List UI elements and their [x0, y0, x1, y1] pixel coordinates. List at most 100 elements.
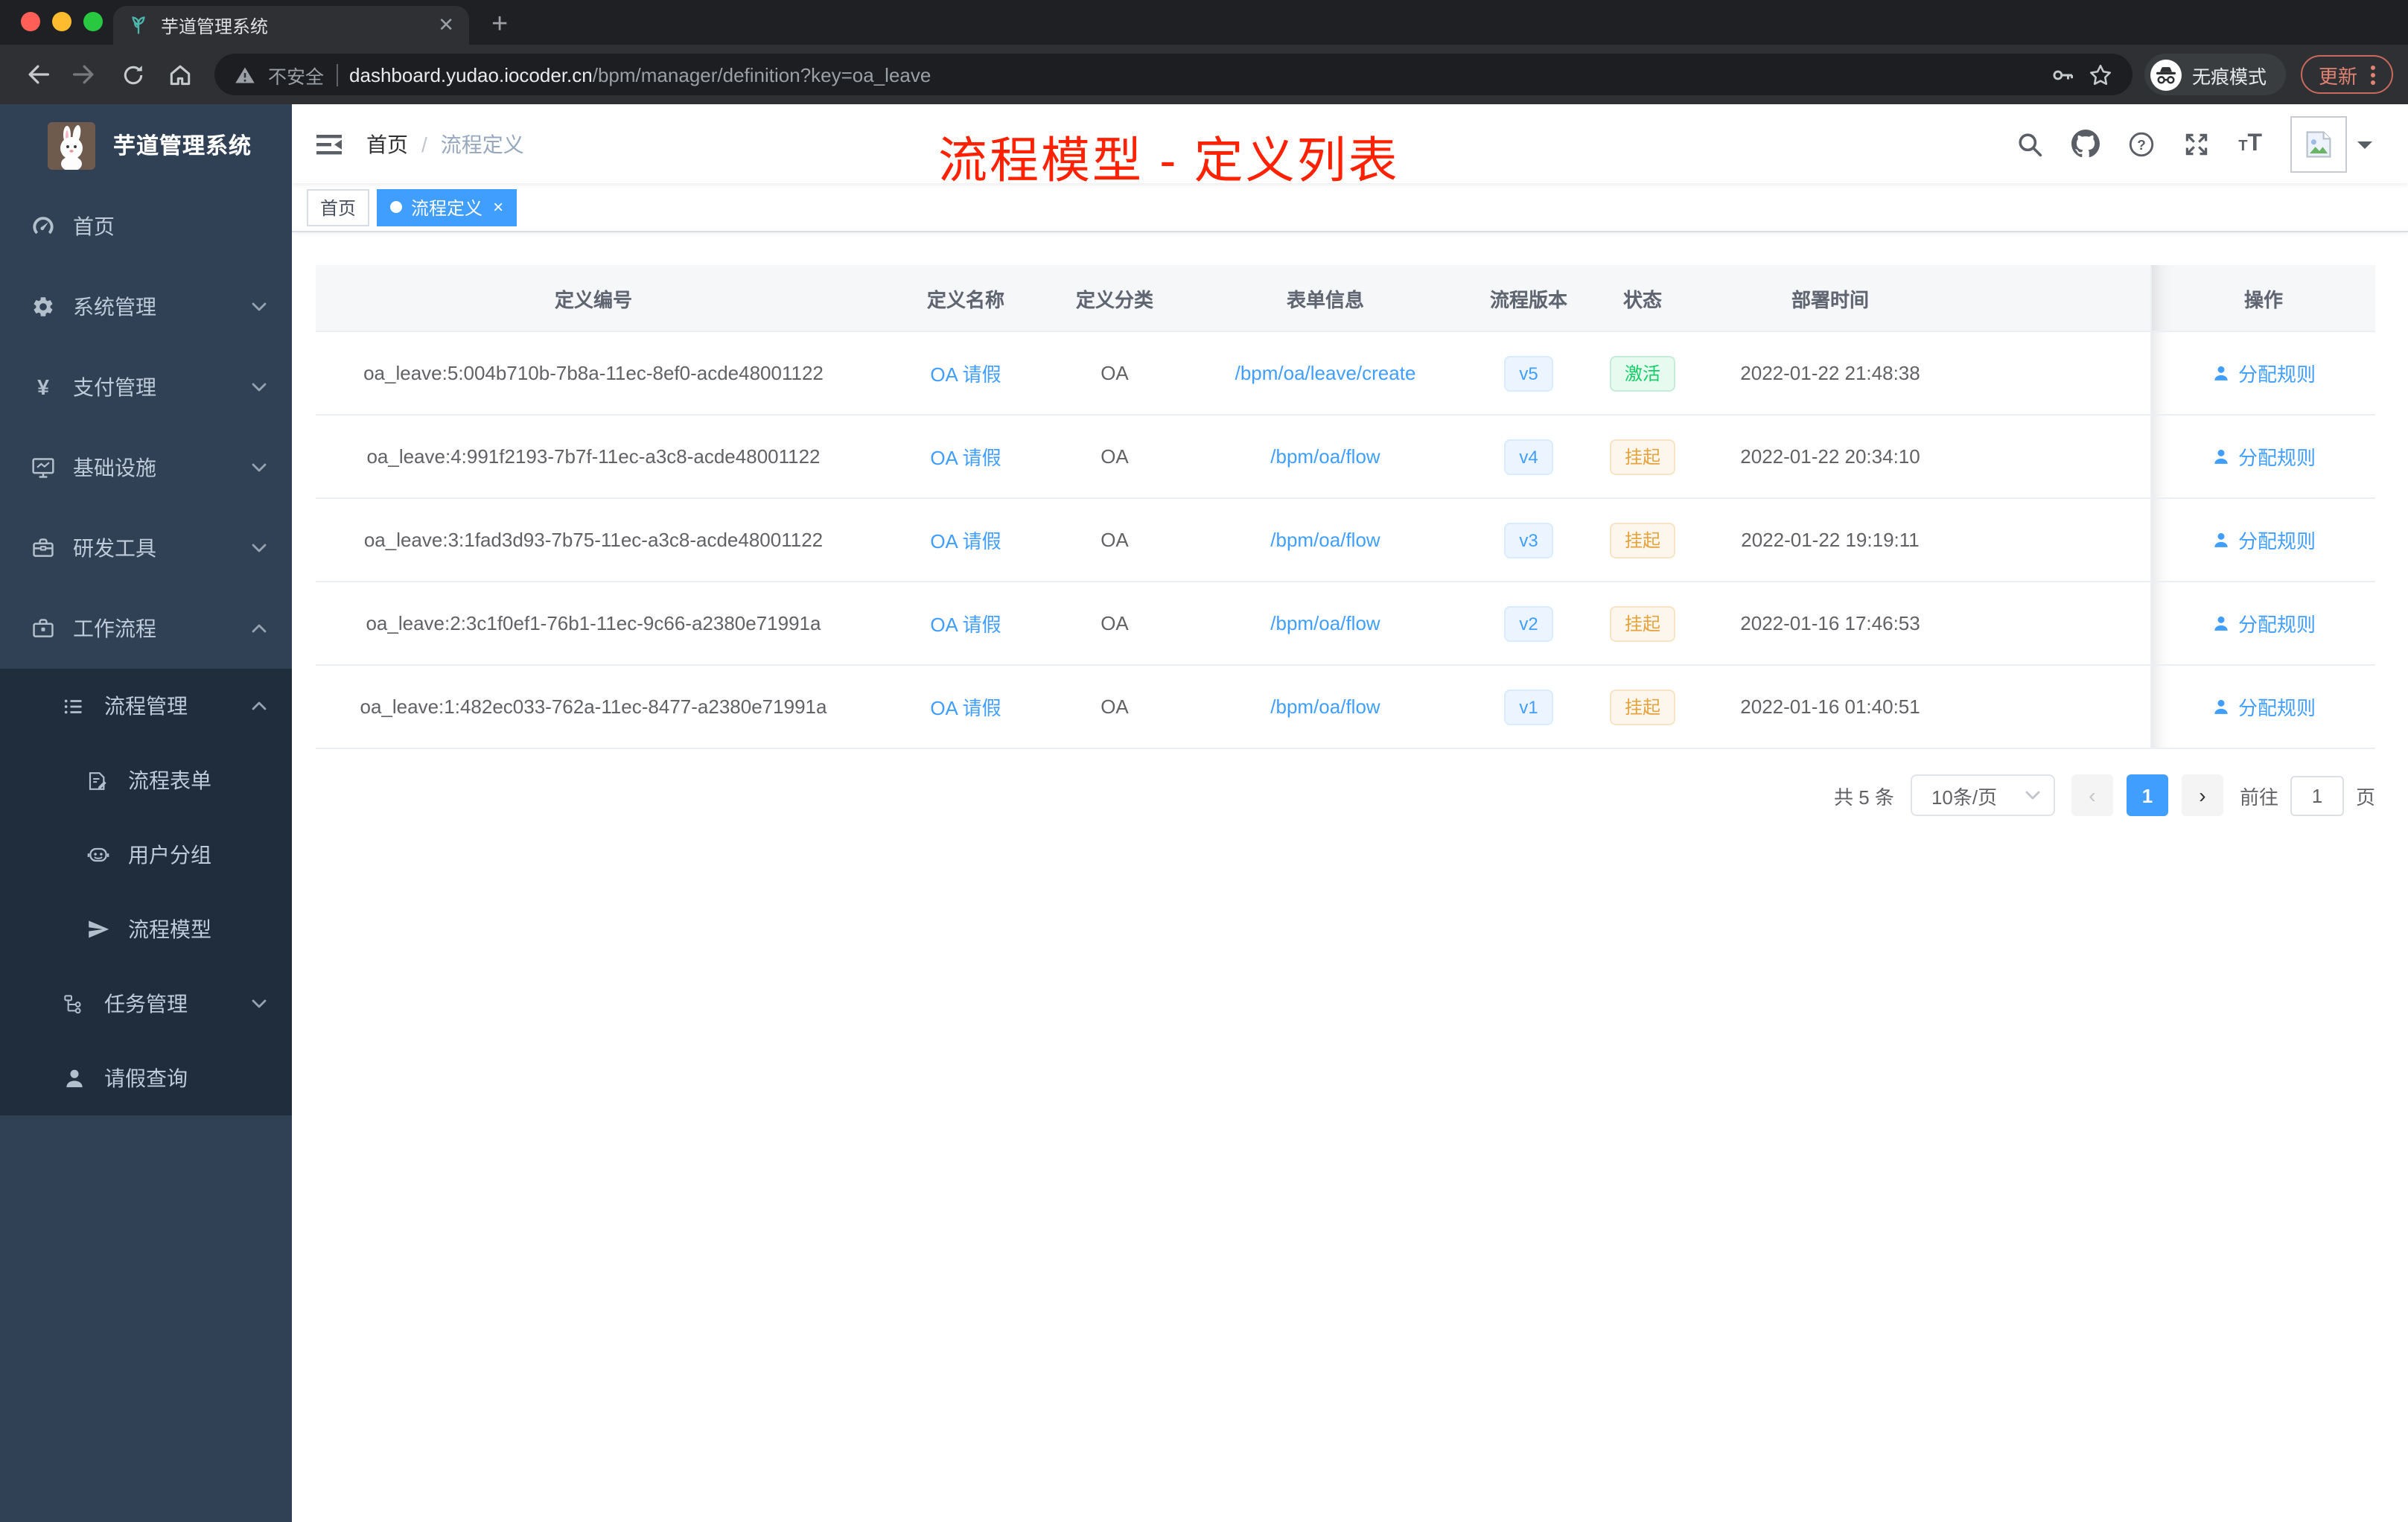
sidebar-item-process-management[interactable]: 流程管理: [0, 669, 292, 743]
sidebar-item-label: 任务管理: [104, 992, 188, 1016]
column-header: 定义名称: [926, 288, 1004, 311]
version-badge: v5: [1504, 355, 1553, 391]
pagination: 共 5 条 10条/页 ‹ 1 › 前往 页: [316, 774, 2375, 816]
prev-page-button[interactable]: ‹: [2071, 774, 2113, 816]
browser-tab-strip: 芋道管理系统 ✕ +: [0, 0, 2408, 45]
back-icon[interactable]: [15, 61, 60, 88]
reload-icon[interactable]: [110, 62, 155, 87]
definition-name-link[interactable]: OA 请假: [930, 442, 1001, 471]
assign-rule-link[interactable]: 分配规则: [2211, 442, 2316, 471]
sidebar-item-workflow[interactable]: 工作流程: [0, 588, 292, 669]
cell-definition-id: oa_leave:2:3c1f0ef1-76b1-11ec-9c66-a2380…: [366, 612, 821, 634]
sidebar-item-task-management[interactable]: 任务管理: [0, 967, 292, 1041]
search-icon[interactable]: [2016, 130, 2043, 157]
font-size-icon[interactable]: TT: [2238, 131, 2262, 156]
assign-rule-link[interactable]: 分配规则: [2211, 692, 2316, 721]
sidebar-item-system-management[interactable]: 系统管理: [0, 267, 292, 347]
assign-rule-link[interactable]: 分配规则: [2211, 359, 2316, 387]
form-link[interactable]: /bpm/oa/leave/create: [1235, 362, 1416, 384]
sidebar-item-process-model[interactable]: 流程模型: [0, 892, 292, 967]
home-icon[interactable]: [158, 61, 203, 88]
breadcrumb-home[interactable]: 首页: [366, 129, 408, 159]
zoom-window-button[interactable]: [83, 12, 103, 31]
cell-deploy-time: 2022-01-16 17:46:53: [1740, 612, 1920, 634]
key-icon[interactable]: [2051, 62, 2076, 87]
chevron-down-icon: [250, 378, 268, 396]
form-link[interactable]: /bpm/oa/flow: [1270, 445, 1380, 468]
navbar-actions: ? TT: [2016, 115, 2408, 172]
page-1-button[interactable]: 1: [2126, 774, 2168, 816]
sidebar-item-payment-management[interactable]: ¥ 支付管理: [0, 347, 292, 427]
breadcrumb-current: 流程定义: [440, 132, 524, 156]
version-badge: v2: [1504, 605, 1553, 641]
page-size-value: 10条/页: [1931, 786, 1998, 808]
cell-actions: 分配规则: [2150, 666, 2375, 748]
sidebar-item-user-group[interactable]: 用户分组: [0, 818, 292, 892]
cell-definition-name: OA 请假: [871, 415, 1060, 497]
table-gap: [1951, 666, 2150, 748]
assign-rule-link[interactable]: 分配规则: [2211, 526, 2316, 554]
address-bar[interactable]: 不安全 dashboard.yudao.iocoder.cn/bpm/manag…: [214, 54, 2133, 95]
browser-update-button[interactable]: 更新: [2300, 55, 2393, 94]
cell-status: 挂起: [1576, 499, 1710, 581]
avatar[interactable]: [2290, 115, 2347, 172]
tag-process-definition[interactable]: 流程定义 ×: [377, 188, 517, 226]
help-icon[interactable]: ?: [2128, 130, 2155, 157]
assign-rule-label: 分配规则: [2237, 363, 2316, 386]
definition-name-link[interactable]: OA 请假: [930, 692, 1001, 721]
minimize-window-button[interactable]: [52, 12, 71, 31]
new-tab-button[interactable]: +: [491, 10, 508, 39]
user-menu[interactable]: [2290, 115, 2372, 172]
page-suffix: 页: [2355, 786, 2375, 808]
definition-name-link[interactable]: OA 请假: [930, 526, 1001, 554]
forward-icon[interactable]: [63, 61, 107, 88]
user-icon: [2211, 697, 2231, 716]
sidebar-item-label: 支付管理: [73, 375, 156, 399]
url-divider: [336, 63, 338, 86]
status-badge: 挂起: [1609, 439, 1675, 474]
sidebar-item-infrastructure[interactable]: 基础设施: [0, 427, 292, 508]
form-link[interactable]: /bpm/oa/flow: [1270, 612, 1380, 634]
goto-label: 前往: [2239, 786, 2278, 808]
app-logo[interactable]: 芋道管理系统: [0, 104, 292, 186]
definition-name-link[interactable]: OA 请假: [930, 609, 1001, 637]
github-icon[interactable]: [2071, 130, 2100, 158]
sidebar-item-leave-query[interactable]: 请假查询: [0, 1041, 292, 1115]
breadcrumb-separator: /: [421, 132, 427, 156]
definition-name-link[interactable]: OA 请假: [930, 359, 1001, 387]
browser-tab[interactable]: 芋道管理系统 ✕: [113, 6, 469, 45]
tag-home[interactable]: 首页: [307, 188, 370, 226]
assign-rule-label: 分配规则: [2237, 614, 2316, 636]
gear-icon: [30, 295, 55, 319]
tab-close-icon[interactable]: ✕: [438, 13, 454, 37]
status-badge: 激活: [1609, 355, 1675, 391]
tag-close-icon[interactable]: ×: [493, 197, 503, 217]
cell-form-info: /bpm/oa/leave/create: [1169, 332, 1482, 414]
sidebar-item-home[interactable]: 首页: [0, 186, 292, 267]
close-window-button[interactable]: [21, 12, 40, 31]
page-content: 定义编号 定义名称 定义分类 表单信息 流程版本 状态 部署时间 操作 oa_leave:5:…: [292, 232, 2408, 1522]
user-icon: [61, 1066, 86, 1090]
sidebar-item-process-form[interactable]: 流程表单: [0, 743, 292, 818]
assign-rule-link[interactable]: 分配规则: [2211, 609, 2316, 637]
next-page-button[interactable]: ›: [2181, 774, 2223, 816]
page-size-select[interactable]: 10条/页: [1910, 774, 2055, 816]
chevron-up-icon: [250, 620, 268, 637]
chevron-down-icon: [250, 995, 268, 1013]
bookmark-star-icon[interactable]: [2088, 62, 2113, 87]
form-link[interactable]: /bpm/oa/flow: [1270, 695, 1380, 718]
app-root: 芋道管理系统 首页 系统管理 ¥ 支付管理 基础设施 研发工具 工作流程 流程管理 流程表单 用户…: [0, 104, 2408, 1522]
browser-menu-icon[interactable]: [2371, 65, 2375, 84]
security-warning-icon[interactable]: [234, 63, 256, 86]
cell-form-info: /bpm/oa/flow: [1169, 415, 1482, 497]
cell-definition-name: OA 请假: [871, 499, 1060, 581]
sidebar-toggle-icon[interactable]: [292, 129, 366, 159]
sidebar-item-label: 请假查询: [104, 1066, 188, 1090]
goto-page-input[interactable]: [2290, 775, 2344, 815]
user-icon: [2211, 530, 2231, 550]
sidebar-item-dev-tools[interactable]: 研发工具: [0, 508, 292, 588]
table-header-row: 定义编号 定义名称 定义分类 表单信息 流程版本 状态 部署时间 操作: [316, 265, 2375, 331]
fullscreen-icon[interactable]: [2183, 130, 2210, 157]
cell-actions: 分配规则: [2150, 332, 2375, 414]
form-link[interactable]: /bpm/oa/flow: [1270, 529, 1380, 551]
